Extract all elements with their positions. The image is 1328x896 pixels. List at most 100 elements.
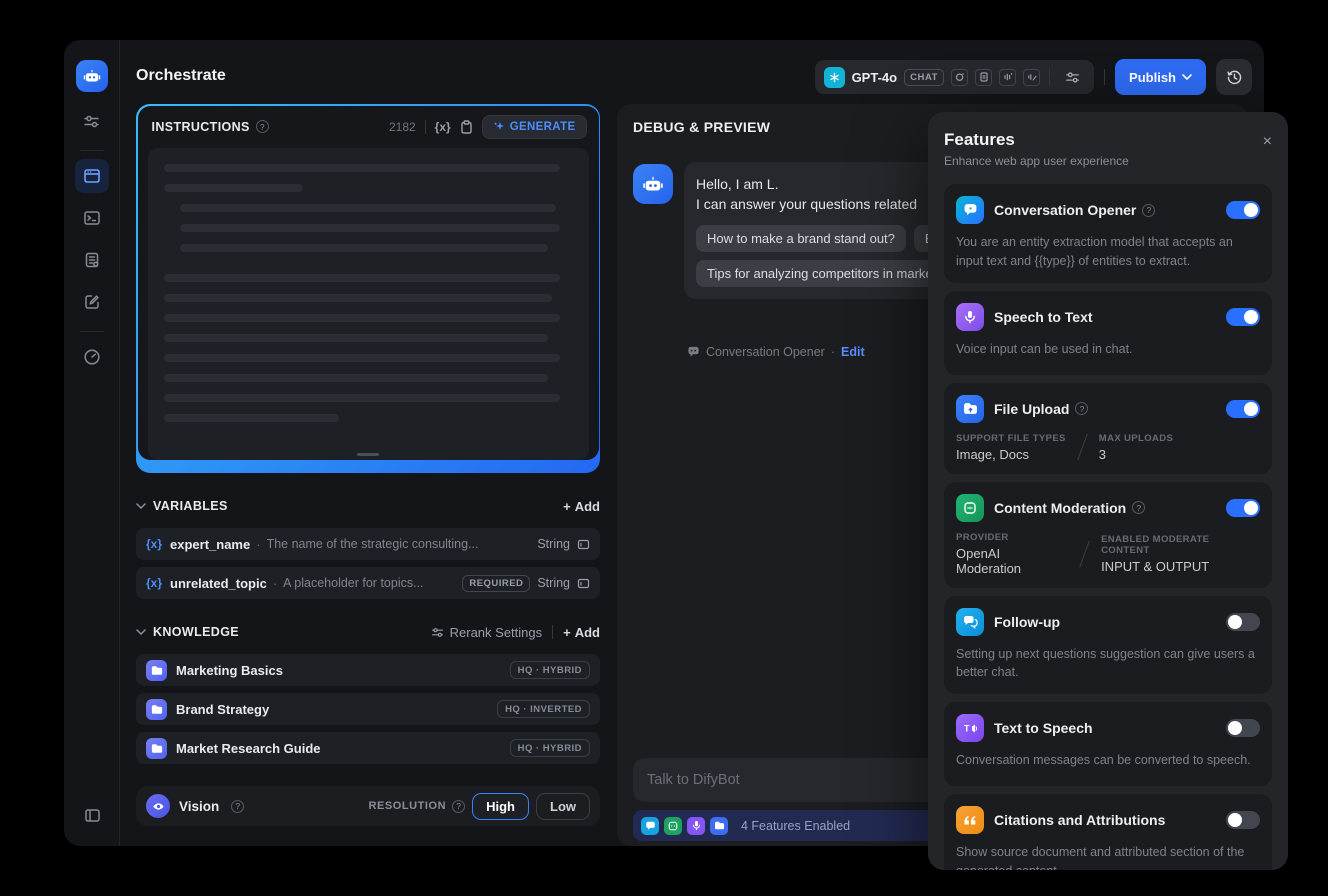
knowledge-title: KNOWLEDGE	[153, 625, 240, 639]
resolution-low-button[interactable]: Low	[536, 792, 590, 820]
feature-desc: Voice input can be used in chat.	[956, 341, 1133, 356]
follow-up-toggle[interactable]	[1226, 612, 1260, 631]
help-icon[interactable]: ?	[1142, 203, 1156, 217]
rerank-settings-button[interactable]: Rerank Settings	[431, 625, 542, 640]
edit-icon	[84, 295, 99, 309]
instructions-editor[interactable]	[147, 147, 589, 460]
instructions-title: INSTRUCTIONS	[151, 119, 250, 134]
history-icon	[1226, 70, 1241, 84]
knowledge-badge: HQ · HYBRID	[509, 661, 590, 679]
file-upload-toggle[interactable]	[1226, 399, 1260, 418]
sidebar	[64, 40, 120, 846]
knowledge-row[interactable]: Brand Strategy HQ · INVERTED	[136, 693, 600, 725]
feature-stats: SUPPORT FILE TYPES Image, Docs MAX UPLOA…	[956, 433, 1260, 462]
publish-label: Publish	[1129, 69, 1176, 85]
vision-label: Vision	[179, 798, 220, 814]
knowledge-row[interactable]: Marketing Basics HQ · HYBRID	[136, 654, 600, 686]
sidebar-divider	[79, 150, 104, 151]
feature-card-file-upload: File Upload ? SUPPORT FILE TYPES Image, …	[944, 382, 1272, 474]
variables-title: VARIABLES	[153, 499, 228, 513]
variable-row[interactable]: {x} expert_name · The name of the strate…	[136, 528, 600, 560]
capability-audio-icon	[999, 68, 1017, 86]
help-icon[interactable]: ?	[1132, 501, 1146, 514]
chevron-down-icon[interactable]	[136, 503, 146, 509]
feature-desc: Conversation messages can be converted t…	[956, 753, 1251, 767]
feature-card-citations: Citations and Attributions Show source d…	[944, 794, 1272, 870]
panel-collapse-icon	[84, 808, 100, 822]
stat-value: 3	[1098, 446, 1107, 462]
feature-desc: Setting up next questions suggestion can…	[956, 646, 1255, 680]
variable-desc: The name of the strategic consulting...	[266, 537, 479, 551]
add-label: Add	[574, 498, 600, 514]
content-moderation-icon	[956, 493, 984, 522]
plus-icon: +	[563, 498, 571, 514]
model-parameters-button[interactable]	[1059, 64, 1085, 90]
sidebar-item-orchestrate[interactable]	[74, 159, 109, 193]
feature-card-content-moderation: Content Moderation ? PROVIDER OpenAI Mod…	[944, 481, 1272, 588]
sidebar-item-api[interactable]	[75, 201, 109, 235]
copy-button[interactable]	[460, 119, 473, 134]
browser-window-icon	[83, 169, 100, 183]
sidebar-item-monitoring[interactable]	[75, 340, 109, 374]
sidebar-item-logs[interactable]	[75, 243, 109, 277]
feature-title: Speech to Text	[994, 308, 1093, 325]
feature-title: Conversation Opener	[994, 202, 1137, 218]
resolution-high-button[interactable]: High	[472, 792, 529, 820]
text-to-speech-toggle[interactable]	[1226, 719, 1260, 737]
help-icon[interactable]: ?	[1075, 402, 1089, 415]
insert-variable-button[interactable]: {x}	[435, 120, 451, 134]
edit-opener-link[interactable]: Edit	[841, 345, 865, 359]
speech-mini-icon	[687, 816, 705, 835]
model-selector[interactable]: GPT-4o CHAT	[814, 60, 1095, 94]
add-variable-button[interactable]: + Add	[563, 499, 600, 514]
features-panel-header: Features Enhance web app user experience…	[928, 112, 1288, 174]
feature-card-speech-to-text: Speech to Text Voice input can be used i…	[944, 290, 1272, 375]
knowledge-row[interactable]: Market Research Guide HQ · HYBRID	[136, 732, 600, 764]
config-panel: INSTRUCTIONS ? 2182 {x} GENERATE VARIABL…	[136, 104, 600, 826]
knowledge-badge: HQ · HYBRID	[509, 739, 590, 757]
page-title: Orchestrate	[136, 67, 226, 84]
model-mode-badge: CHAT	[904, 68, 945, 86]
add-knowledge-button[interactable]: + Add	[563, 625, 600, 640]
instructions-header: INSTRUCTIONS ? 2182 {x} GENERATE	[138, 106, 599, 148]
app-logo-robot-icon[interactable]	[75, 60, 108, 92]
speech-to-text-icon	[956, 302, 984, 331]
feature-card-text-to-speech: T Text to Speech Conversation messages c…	[944, 702, 1272, 786]
sidebar-item-orchestrate-settings[interactable]	[75, 104, 109, 138]
speech-to-text-toggle[interactable]	[1226, 307, 1260, 326]
variable-type: String	[537, 576, 570, 590]
resize-handle[interactable]	[357, 452, 379, 456]
capability-document-icon	[975, 68, 993, 86]
features-subtitle: Enhance web app user experience	[944, 154, 1129, 168]
suggested-question-chip[interactable]: How to make a brand stand out?	[696, 224, 906, 252]
knowledge-folder-icon	[146, 698, 167, 720]
help-icon[interactable]: ?	[255, 120, 269, 133]
help-icon[interactable]: ?	[452, 799, 466, 813]
content-moderation-toggle[interactable]	[1226, 498, 1260, 517]
citations-toggle[interactable]	[1226, 811, 1260, 829]
help-icon[interactable]: ?	[231, 799, 245, 813]
feature-title: File Upload	[994, 400, 1070, 417]
publish-button[interactable]: Publish	[1115, 59, 1206, 95]
input-field-icon	[577, 577, 590, 590]
divider	[552, 625, 554, 639]
feature-stats: PROVIDER OpenAI Moderation ENABLED MODER…	[956, 532, 1260, 576]
variable-row[interactable]: {x} unrelated_topic · A placeholder for …	[136, 567, 600, 599]
sidebar-collapse-button[interactable]	[75, 798, 109, 832]
variable-type: String	[537, 537, 570, 551]
stat-label: PROVIDER	[956, 531, 1009, 543]
rerank-sliders-icon	[431, 627, 443, 637]
generate-button[interactable]: GENERATE	[481, 114, 587, 139]
chevron-down-icon[interactable]	[136, 629, 146, 635]
bot-avatar	[633, 164, 673, 204]
suggested-question-chip[interactable]: Tips for analyzing competitors in market	[696, 259, 948, 287]
conversation-opener-toggle[interactable]	[1226, 201, 1260, 219]
version-history-button[interactable]	[1216, 59, 1252, 95]
stat-value: OpenAI Moderation	[956, 545, 1022, 576]
close-icon[interactable]: ×	[1263, 134, 1272, 150]
sidebar-item-annotations[interactable]	[75, 285, 109, 319]
stat-divider	[1079, 540, 1090, 567]
follow-up-icon	[956, 607, 984, 636]
knowledge-folder-icon	[146, 737, 167, 759]
knowledge-badge: HQ · INVERTED	[497, 700, 590, 718]
